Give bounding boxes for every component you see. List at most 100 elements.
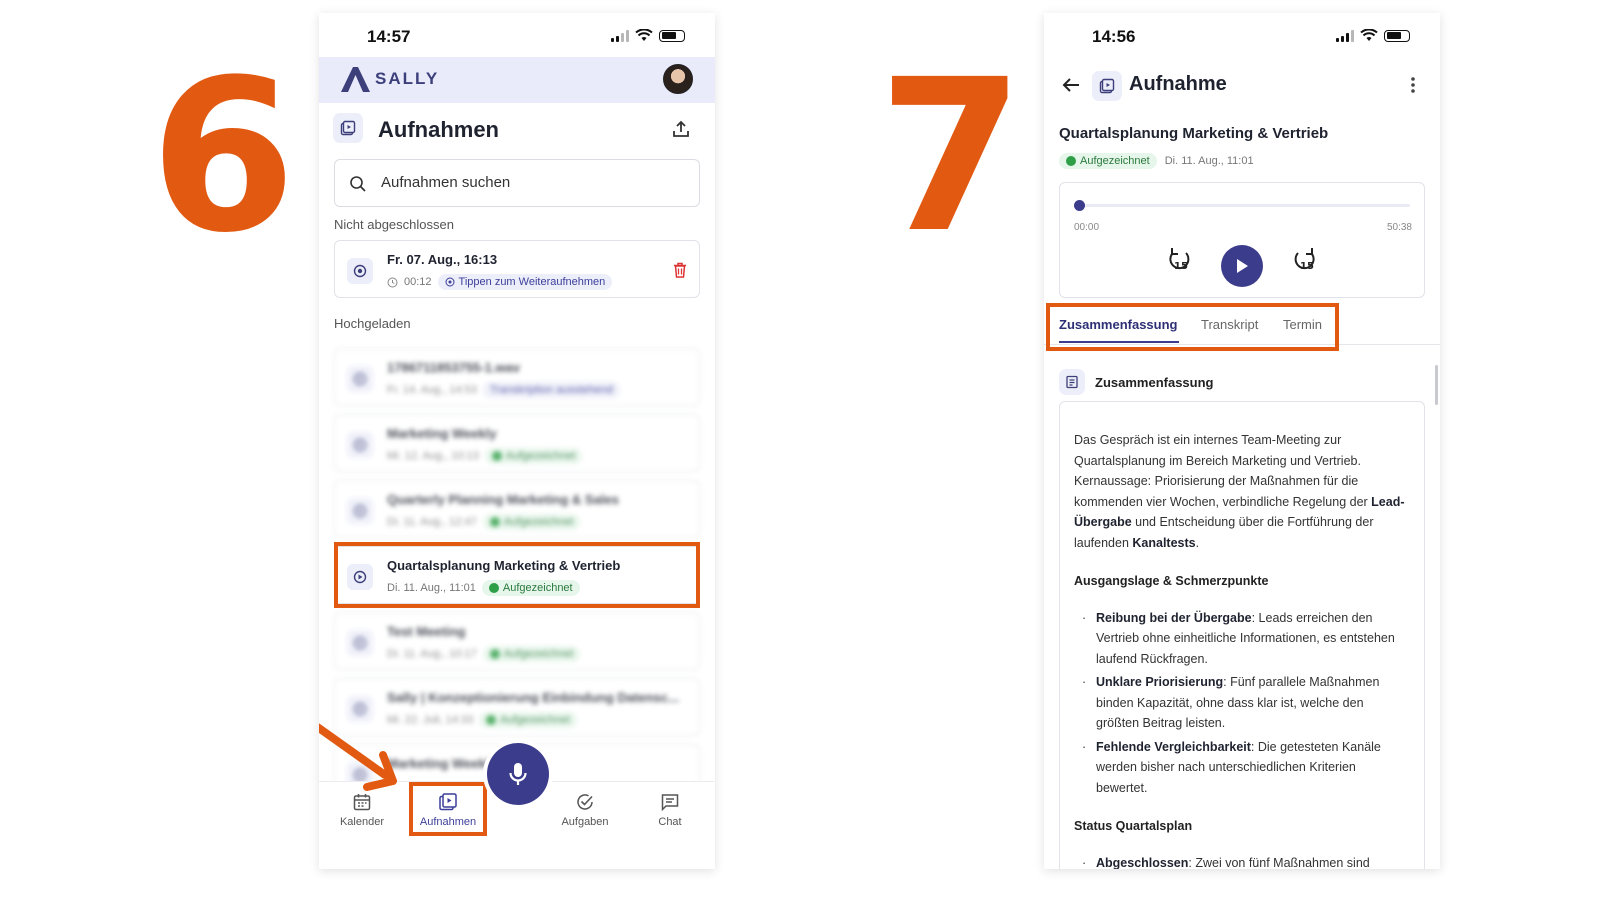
status-time: 14:56 xyxy=(1092,27,1136,46)
list-item[interactable]: Marketing Weekly Mi. 12. Aug., 10:13 Aufg… xyxy=(334,414,700,472)
status-badge: Aufgezeichnet xyxy=(484,448,583,464)
list-item: Fehlende Vergleichbarkeit: Die getestete… xyxy=(1074,737,1410,799)
total-time: 50:38 xyxy=(1386,222,1412,233)
battery-icon xyxy=(1384,29,1410,42)
list-item: Abgeschlossen: Zwei von fünf Maßnahmen s… xyxy=(1074,853,1410,870)
forward-15-icon[interactable]: 15 xyxy=(1292,245,1318,275)
avatar[interactable] xyxy=(663,64,693,94)
list-item-unfinished[interactable]: Fr. 07. Aug., 16:13 00:12 Tippen zum Wei… xyxy=(334,240,700,298)
play-icon xyxy=(347,432,373,458)
audio-player: 00:00 50:38 15 15 xyxy=(1059,182,1425,298)
app-header: SALLY xyxy=(319,57,715,103)
list-item: Unklare Priorisierung: Fünf parallele Ma… xyxy=(1074,672,1410,734)
battery-icon xyxy=(659,29,685,42)
highlight-box-recording xyxy=(334,542,700,608)
play-icon xyxy=(347,366,373,392)
arrow-annotation-icon xyxy=(319,723,397,791)
recording-title: Fr. 07. Aug., 16:13 xyxy=(387,252,498,267)
summary-bullets: Abgeschlossen: Zwei von fünf Maßnahmen s… xyxy=(1074,853,1410,870)
summary-heading: Zusammenfassung xyxy=(1095,374,1214,390)
status-badge: Transkription ausstehend xyxy=(482,382,621,398)
page-title: Aufnahmen xyxy=(378,117,499,142)
progress-handle[interactable] xyxy=(1074,200,1085,211)
clock-icon xyxy=(387,277,398,287)
summary-content: Das Gespräch ist ein internes Team-Meeti… xyxy=(1059,401,1425,869)
more-vertical-icon[interactable] xyxy=(1410,75,1416,95)
recording-title: Marketing Weekly xyxy=(387,426,497,441)
status-bar: 14:56 xyxy=(1044,13,1440,57)
brand-name: SALLY xyxy=(375,69,440,88)
summary-section-heading: Ausgangslage & Schmerzpunkte xyxy=(1074,574,1269,588)
recording-date: Di. 11. Aug., 11:01 xyxy=(1164,155,1254,167)
chat-icon xyxy=(661,794,679,812)
signal-icon xyxy=(611,29,629,42)
back-arrow-icon[interactable] xyxy=(1062,77,1080,93)
search-icon xyxy=(350,176,366,192)
play-icon xyxy=(1237,259,1248,273)
status-badge: Aufgezeichnet xyxy=(1059,153,1157,169)
recording-date: Mi. 12. Aug., 10:13 xyxy=(387,450,479,462)
status-badge: Aufgezeichnet xyxy=(479,712,577,728)
document-icon xyxy=(1059,369,1085,395)
scrollbar[interactable] xyxy=(1435,365,1438,405)
search-field[interactable] xyxy=(334,159,700,207)
phone-screen-recordings: 14:57 SALLY Aufnahmen Nicht abgeschlosse… xyxy=(319,13,715,869)
play-icon xyxy=(347,630,373,656)
record-button[interactable] xyxy=(487,743,549,805)
section-label-uploaded: Hochgeladen xyxy=(334,316,411,331)
status-bar: 14:57 xyxy=(319,13,715,57)
status-badge: Aufgezeichnet xyxy=(482,514,581,530)
recording-title: Sally | Konzeptionierung Einbindung Date… xyxy=(387,690,679,705)
step-number-7: 7 xyxy=(878,34,1025,279)
summary-bullets: Reibung bei der Übergabe: Leads erreiche… xyxy=(1074,608,1410,799)
play-button[interactable] xyxy=(1221,245,1263,287)
list-item: Reibung bei der Übergabe: Leads erreiche… xyxy=(1074,608,1410,670)
phone-screen-recording-detail: 14:56 Aufnahme Quartalsplanung Marketing… xyxy=(1044,13,1440,869)
summary-intro: Das Gespräch ist ein internes Team-Meeti… xyxy=(1074,433,1405,550)
recording-date: Di. 11. Aug., 10:17 xyxy=(387,648,477,660)
page-title: Aufnahme xyxy=(1129,73,1227,95)
upload-icon[interactable] xyxy=(671,119,691,139)
recording-title: Quartalsplanung Marketing & Vertrieb xyxy=(1059,125,1329,142)
status-time: 14:57 xyxy=(367,27,411,46)
wifi-icon xyxy=(1360,29,1378,41)
list-item[interactable]: Quarterly Planning Marketing & Sales Di.… xyxy=(334,480,700,538)
summary-section-heading: Status Quartalsplan xyxy=(1074,819,1193,833)
microphone-icon xyxy=(509,763,527,785)
current-time: 00:00 xyxy=(1074,222,1100,233)
recording-date: Fr. 14. Aug., 14:53 xyxy=(387,384,477,396)
section-label-unfinished: Nicht abgeschlossen xyxy=(334,217,454,232)
nav-label: Kalender xyxy=(339,816,385,828)
rewind-15-icon[interactable]: 15 xyxy=(1166,245,1192,275)
record-icon xyxy=(347,258,373,284)
nav-item-chat[interactable]: Chat xyxy=(635,792,705,828)
highlight-box-nav xyxy=(409,782,487,836)
list-item[interactable]: 1786711853755-1.wav Fr. 14. Aug., 14:53 T… xyxy=(334,348,700,406)
step-number-6: 6 xyxy=(150,34,297,279)
check-circle-icon xyxy=(577,794,593,810)
check-icon xyxy=(1066,156,1076,166)
trash-icon[interactable] xyxy=(673,262,687,278)
status-badge: Aufgezeichnet xyxy=(482,646,581,662)
continue-recording-badge: Tippen zum Weiteraufnehmen xyxy=(437,274,613,290)
badge-label: Tippen zum Weiteraufnehmen xyxy=(458,276,606,288)
signal-icon xyxy=(1336,29,1354,42)
recording-title: 1786711853755-1.wav xyxy=(387,360,521,375)
wifi-icon xyxy=(635,29,653,41)
recording-title: Quarterly Planning Marketing & Sales xyxy=(387,492,619,507)
list-item[interactable]: Test Meeting Di. 11. Aug., 10:17 Aufgezei… xyxy=(334,612,700,670)
recording-duration: 00:12 xyxy=(404,276,432,288)
nav-item-tasks[interactable]: Aufgaben xyxy=(550,792,620,828)
recordings-icon xyxy=(333,113,363,143)
sally-logo-icon xyxy=(341,67,370,92)
progress-track[interactable] xyxy=(1076,204,1410,207)
svg-text:15: 15 xyxy=(1300,261,1314,272)
search-input[interactable] xyxy=(381,174,661,191)
sally-logo: SALLY xyxy=(339,65,439,93)
highlight-box-tabs xyxy=(1046,303,1339,351)
recording-date: Di. 11. Aug., 12:47 xyxy=(387,516,477,528)
svg-text:15: 15 xyxy=(1174,261,1188,272)
play-icon xyxy=(347,498,373,524)
recording-title: Test Meeting xyxy=(387,624,466,639)
nav-label: Chat xyxy=(658,816,682,828)
